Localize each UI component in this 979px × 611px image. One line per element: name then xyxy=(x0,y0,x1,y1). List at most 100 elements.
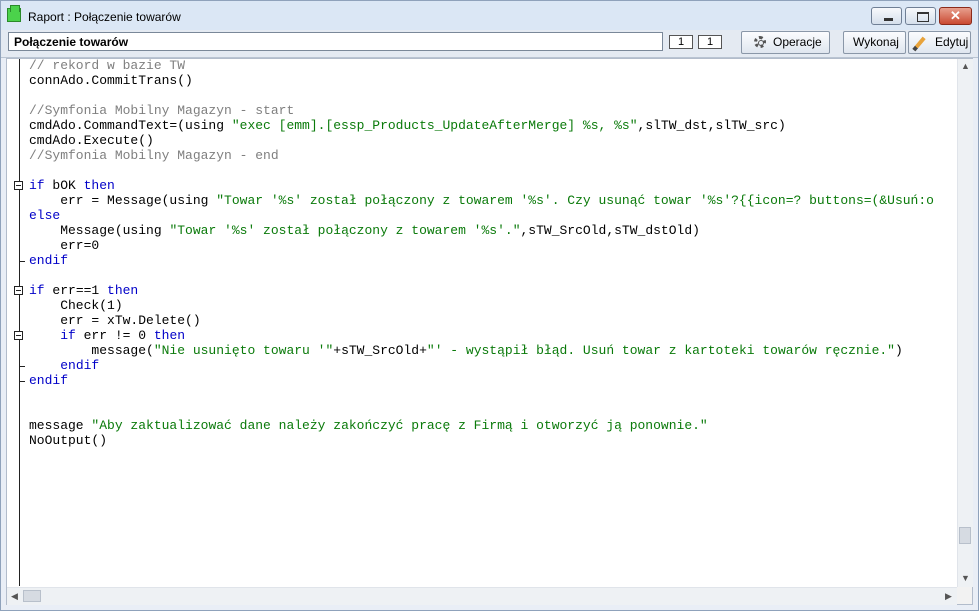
close-icon: ✕ xyxy=(950,8,961,23)
fold-end-marker xyxy=(19,261,25,262)
code-line[interactable]: err = Message(using "Towar '%s' został p… xyxy=(29,193,934,208)
code-line[interactable]: endif xyxy=(29,358,99,373)
code-token: connAdo.CommitTrans() xyxy=(29,73,193,88)
code-token: ,slTW_dst,slTW_src) xyxy=(637,118,786,133)
restore-button[interactable] xyxy=(905,7,936,25)
code-token: Message(using xyxy=(29,223,170,238)
edit-label: Edytuj xyxy=(935,35,969,49)
code-line[interactable]: err=0 xyxy=(29,238,99,253)
operations-button[interactable]: Operacje xyxy=(741,31,830,54)
code-token: //Symfonia Mobilny Magazyn - end xyxy=(29,148,279,163)
report-window: Raport : Połączenie towarów ✕ Połączenie… xyxy=(0,0,979,611)
horizontal-scroll-thumb[interactable] xyxy=(23,590,41,602)
gear-icon xyxy=(754,36,766,48)
code-token: err=0 xyxy=(29,238,100,253)
code-editor[interactable]: // rekord w bazie TW connAdo.CommitTrans(… xyxy=(6,58,973,605)
code-token: then xyxy=(83,178,115,193)
code-token: then xyxy=(153,328,186,343)
code-token: "Nie usunięto towaru '" xyxy=(153,343,334,358)
code-line[interactable]: //Symfonia Mobilny Magazyn - start xyxy=(29,103,294,118)
restore-icon xyxy=(917,12,929,22)
minimize-button[interactable] xyxy=(871,7,902,25)
code-token: endif xyxy=(60,358,100,373)
scroll-up-icon[interactable]: ▲ xyxy=(958,59,973,74)
code-token: message xyxy=(29,418,92,433)
code-line[interactable]: // rekord w bazie TW xyxy=(29,58,185,73)
fold-collapse-icon[interactable] xyxy=(14,286,23,295)
window-title: Raport : Połączenie towarów xyxy=(28,10,181,24)
code-token: if xyxy=(60,328,76,343)
execute-button[interactable]: Wykonaj xyxy=(843,31,906,54)
code-token: cmdAdo.CommandText=(using xyxy=(29,118,232,133)
operations-label: Operacje xyxy=(773,35,822,49)
code-token: bOK xyxy=(44,178,84,193)
code-line[interactable]: else xyxy=(29,208,60,223)
scroll-right-icon[interactable]: ▶ xyxy=(941,589,956,604)
scroll-left-icon[interactable]: ◀ xyxy=(7,589,22,604)
code-token: err = Message(using xyxy=(29,193,217,208)
code-token: NoOutput() xyxy=(29,433,108,448)
scroll-down-icon[interactable]: ▼ xyxy=(958,571,973,586)
code-line[interactable]: Message(using "Towar '%s' został połączo… xyxy=(29,223,700,238)
code-token: //Symfonia Mobilny Magazyn - start xyxy=(29,103,295,118)
code-line[interactable]: endif xyxy=(29,373,68,388)
app-home-icon xyxy=(7,5,21,22)
code-line[interactable]: Check(1) xyxy=(29,298,123,313)
code-token: err = xTw.Delete() xyxy=(29,313,201,328)
code-token: ) xyxy=(894,343,903,358)
code-line[interactable]: //Symfonia Mobilny Magazyn - end xyxy=(29,148,279,163)
code-line[interactable]: if err != 0 then xyxy=(29,328,185,343)
pencil-icon xyxy=(912,36,926,52)
code-token: +sTW_SrcOld+ xyxy=(333,343,427,358)
code-line[interactable]: if err==1 then xyxy=(29,283,138,298)
code-token: Check(1) xyxy=(29,298,123,313)
close-button[interactable]: ✕ xyxy=(939,7,972,25)
scrollbar-corner xyxy=(957,587,972,604)
code-token: // rekord w bazie TW xyxy=(29,58,186,73)
code-area[interactable]: // rekord w bazie TW connAdo.CommitTrans(… xyxy=(29,58,957,586)
code-token: "Aby zaktualizować dane należy zakończyć… xyxy=(91,418,708,433)
code-token: err != 0 xyxy=(75,328,154,343)
minimize-icon xyxy=(884,18,893,21)
vertical-scrollbar[interactable]: ▲ ▼ xyxy=(957,59,973,587)
page-total: 1 xyxy=(698,35,722,49)
code-token: cmdAdo.Execute() xyxy=(29,133,154,148)
horizontal-scrollbar[interactable]: ◀ ▶ xyxy=(7,587,957,605)
code-token: if xyxy=(29,283,45,298)
fold-end-marker xyxy=(19,381,25,382)
code-line[interactable]: err = xTw.Delete() xyxy=(29,313,201,328)
toolbar: Połączenie towarów 1 1 Operacje Wykonaj … xyxy=(1,30,978,58)
code-line[interactable]: cmdAdo.Execute() xyxy=(29,133,154,148)
code-line[interactable]: endif xyxy=(29,253,68,268)
fold-collapse-icon[interactable] xyxy=(14,331,23,340)
code-token: "exec [emm].[essp_Products_UpdateAfterMe… xyxy=(231,118,638,133)
code-line[interactable]: message "Aby zaktualizować dane należy z… xyxy=(29,418,708,433)
code-token: err==1 xyxy=(44,283,108,298)
code-token: "Towar '%s' został połączony z towarem '… xyxy=(216,193,934,208)
code-line[interactable]: connAdo.CommitTrans() xyxy=(29,73,193,88)
fold-gutter-line xyxy=(19,59,20,586)
code-token: endif xyxy=(29,373,69,388)
vertical-scroll-thumb[interactable] xyxy=(959,527,971,544)
code-token: endif xyxy=(29,253,69,268)
code-token: else xyxy=(29,208,61,223)
code-line[interactable]: message("Nie usunięto towaru '"+sTW_SrcO… xyxy=(29,343,903,358)
execute-label: Wykonaj xyxy=(853,35,899,49)
code-token: message( xyxy=(29,343,154,358)
code-line[interactable]: cmdAdo.CommandText=(using "exec [emm].[e… xyxy=(29,118,786,133)
fold-end-marker xyxy=(19,366,25,367)
code-token: then xyxy=(107,283,139,298)
code-token: "' - wystąpił błąd. Usuń towar z kartote… xyxy=(426,343,895,358)
page-current[interactable]: 1 xyxy=(669,35,693,49)
code-token: ,sTW_SrcOld,sTW_dstOld) xyxy=(520,223,700,238)
edit-button[interactable]: Edytuj xyxy=(908,31,971,54)
report-name-field[interactable]: Połączenie towarów xyxy=(8,32,663,51)
code-token: if xyxy=(29,178,45,193)
fold-collapse-icon[interactable] xyxy=(14,181,23,190)
code-line[interactable]: NoOutput() xyxy=(29,433,107,448)
code-token: "Towar '%s' został połączony z towarem '… xyxy=(169,223,521,238)
code-line[interactable]: if bOK then xyxy=(29,178,115,193)
title-bar[interactable]: Raport : Połączenie towarów ✕ xyxy=(1,1,978,30)
